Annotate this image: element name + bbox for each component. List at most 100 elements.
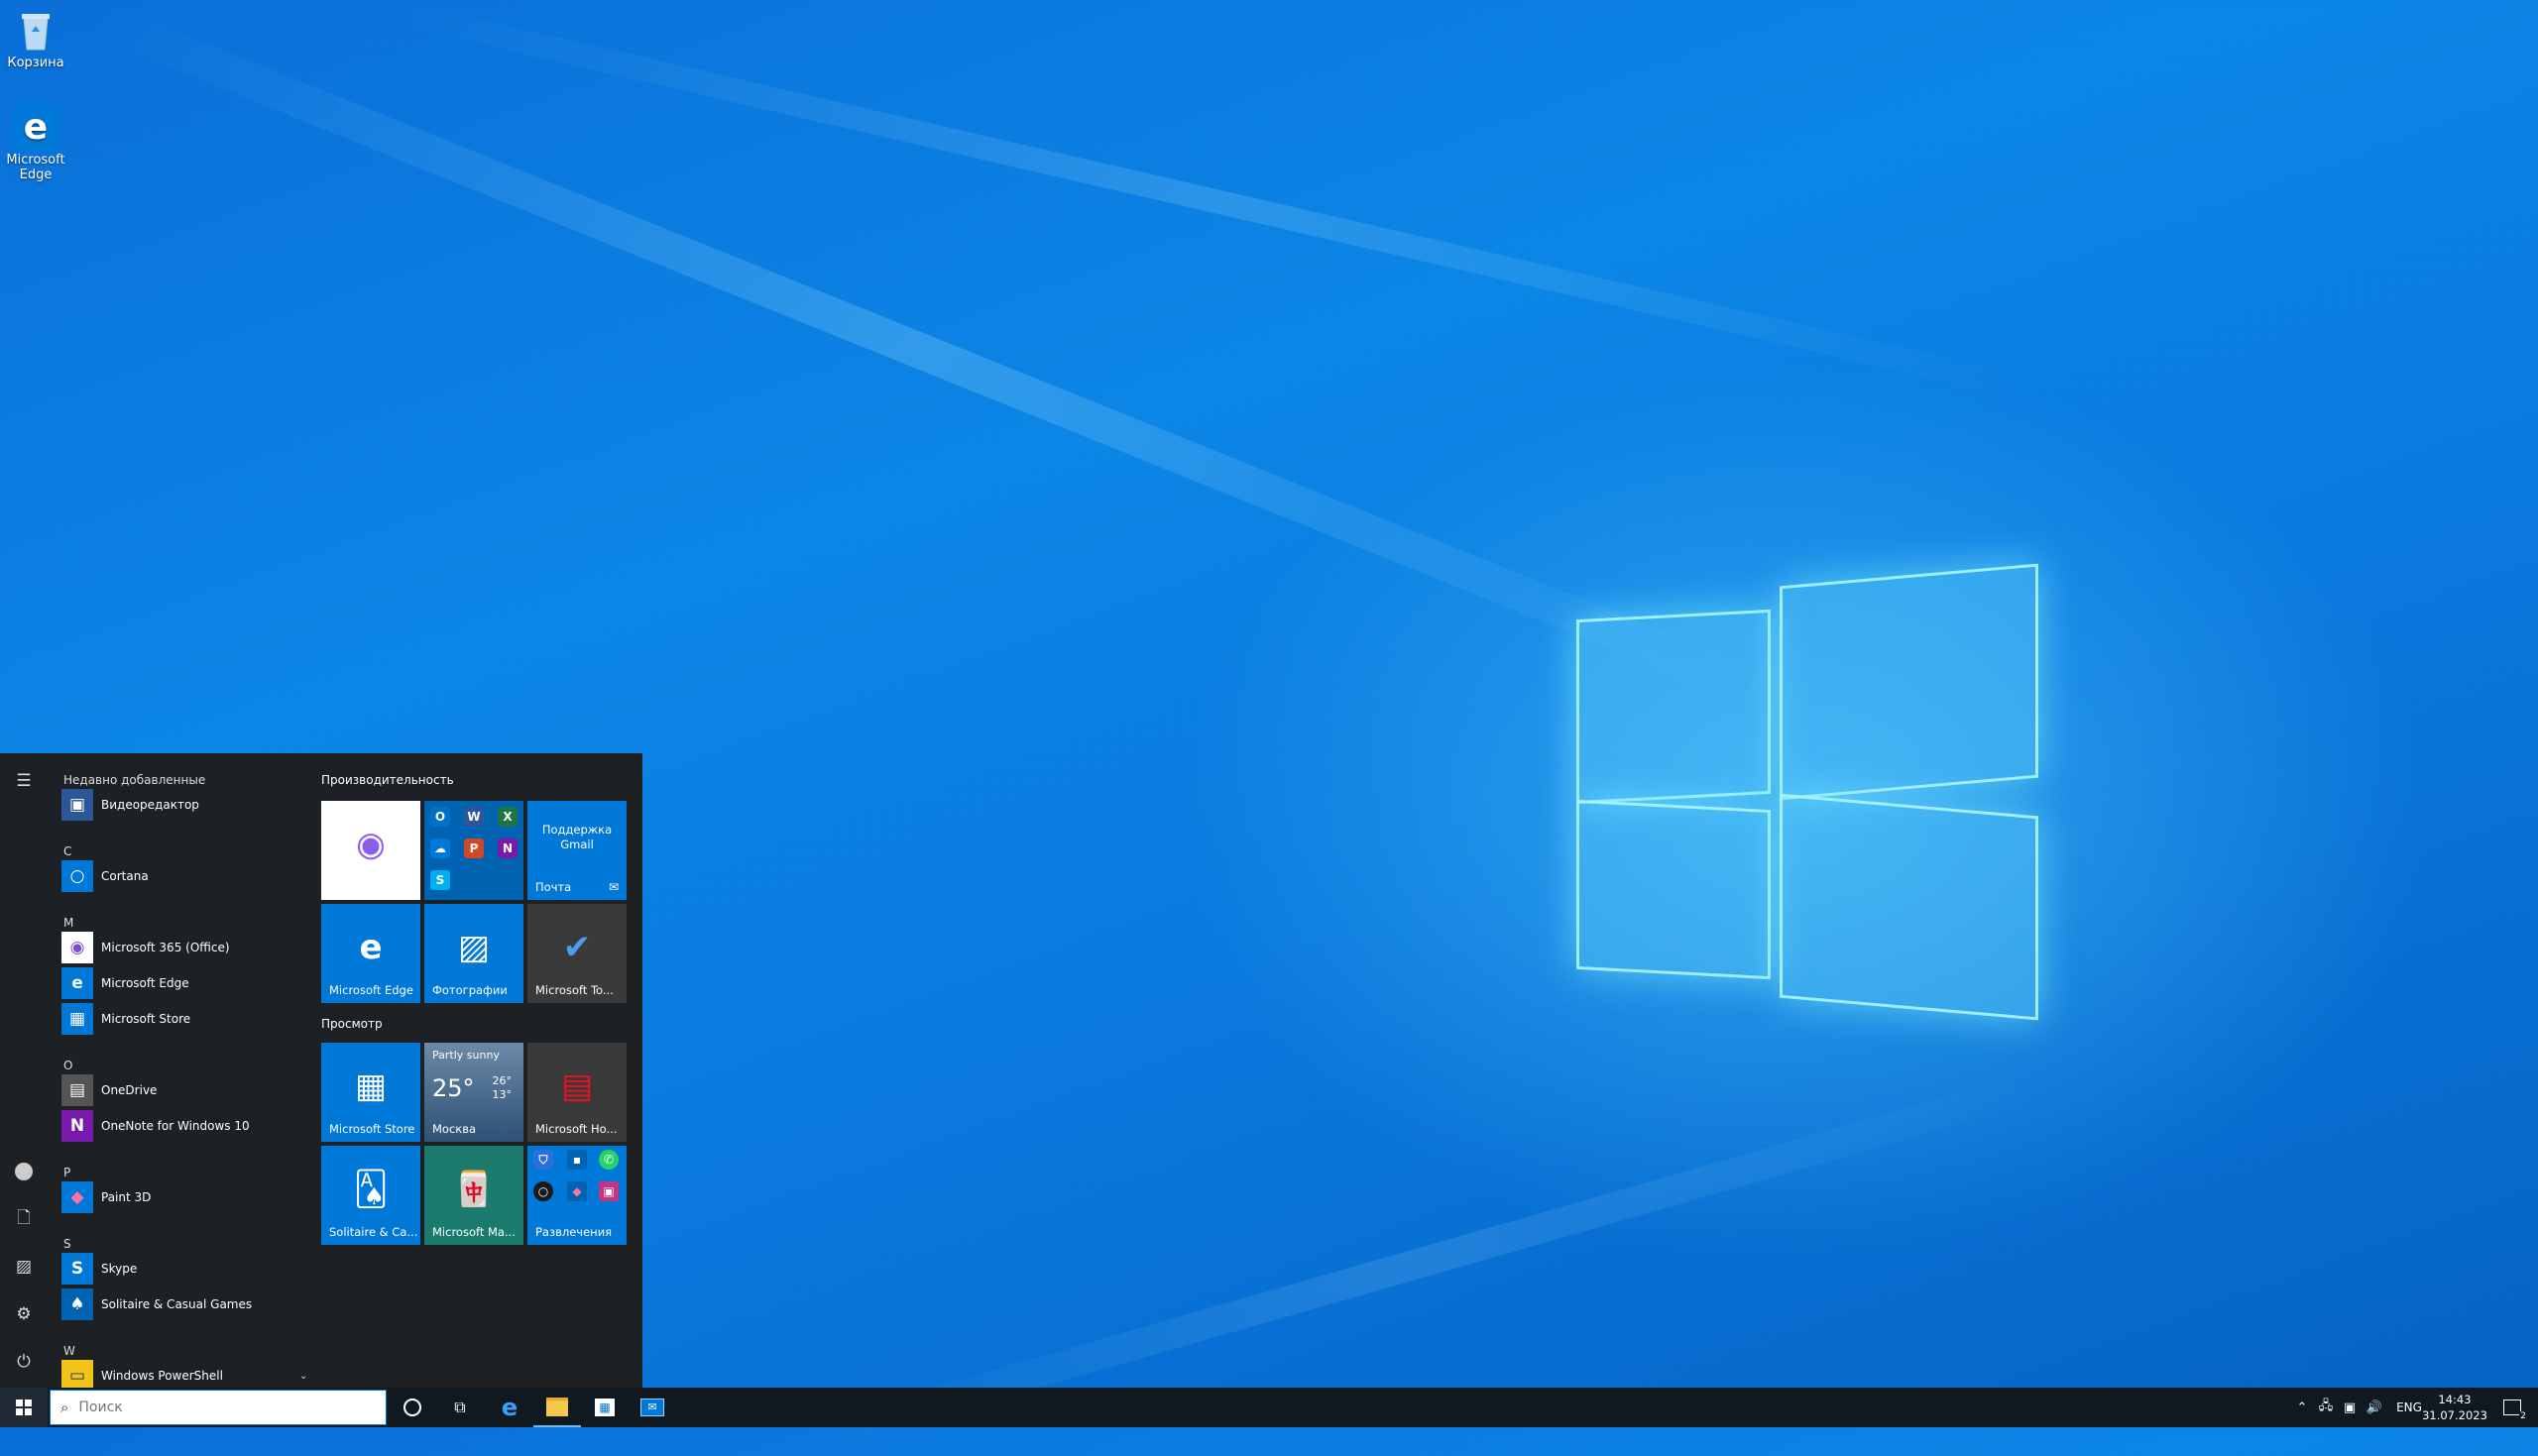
tile-label: Microsoft Store bbox=[329, 1122, 415, 1136]
chevron-down-icon[interactable]: ⌄ bbox=[299, 1371, 307, 1382]
tile-area: Производительность ◉ O W X ☁ P N S Подде… bbox=[307, 753, 634, 1388]
search-input[interactable] bbox=[76, 1399, 359, 1416]
wallpaper-beam bbox=[391, 0, 2039, 402]
group-letter[interactable]: O bbox=[63, 1059, 72, 1072]
group-letter[interactable]: M bbox=[63, 916, 73, 930]
list-item[interactable]: ▦ Microsoft Store bbox=[61, 1003, 190, 1035]
onedrive-icon: ▤ bbox=[61, 1074, 93, 1106]
tile-group-header: Просмотр bbox=[321, 1017, 383, 1031]
tile-mail[interactable]: Поддержка Gmail Почта ✉ bbox=[527, 801, 627, 900]
start-rail: ☰ 🗋 ▨ ⚙ ⏻ bbox=[0, 753, 48, 1388]
list-item[interactable]: e Microsoft Edge bbox=[61, 967, 189, 999]
circle-icon: ○ bbox=[533, 1181, 553, 1201]
tile-office[interactable]: ◉ bbox=[321, 801, 420, 900]
time: 14:43 bbox=[2438, 1393, 2472, 1406]
list-item[interactable]: ○ Cortana bbox=[61, 860, 149, 892]
documents-icon[interactable]: 🗋 bbox=[12, 1207, 36, 1231]
start-button[interactable] bbox=[0, 1388, 48, 1427]
tile-todo[interactable]: ✔ Microsoft To... bbox=[527, 904, 627, 1003]
tile-label: Microsoft Ma... bbox=[432, 1225, 516, 1239]
volume-icon[interactable]: 🔊 bbox=[2362, 1388, 2387, 1427]
mail-tile-subtitle: Поддержка Gmail bbox=[541, 823, 613, 851]
cards-icon: 🂡 bbox=[353, 1170, 389, 1209]
tile-weather[interactable]: Partly sunny 25° 26° 13° Москва bbox=[424, 1043, 523, 1142]
notification-center-button[interactable]: 2 bbox=[2492, 1388, 2532, 1427]
list-item[interactable]: N OneNote for Windows 10 bbox=[61, 1110, 250, 1142]
pictures-icon[interactable]: ▨ bbox=[12, 1255, 36, 1279]
tile-photos[interactable]: ▨ Фотографии bbox=[424, 904, 523, 1003]
start-menu: ☰ 🗋 ▨ ⚙ ⏻ Недавно добавленные ▣ Видеоред… bbox=[0, 753, 642, 1388]
list-item[interactable]: ▣ Видеоредактор bbox=[61, 789, 199, 821]
store-icon: ▦ bbox=[595, 1399, 615, 1416]
onenote-icon: N bbox=[61, 1110, 93, 1142]
tile-edge[interactable]: e Microsoft Edge bbox=[321, 904, 420, 1003]
power-icon[interactable]: ⏻ bbox=[12, 1350, 36, 1374]
skype-icon: S bbox=[61, 1253, 93, 1285]
search-box[interactable]: ⌕ bbox=[50, 1390, 387, 1425]
recycle-bin-icon bbox=[12, 6, 59, 54]
app-label: Microsoft 365 (Office) bbox=[101, 941, 230, 954]
mahjong-icon: 🀄 bbox=[452, 1170, 496, 1209]
solitaire-icon: ♠ bbox=[61, 1288, 93, 1320]
network-icon[interactable]: 🖧 bbox=[2314, 1388, 2338, 1427]
list-item[interactable]: ◆ Paint 3D bbox=[61, 1181, 151, 1213]
app-label: OneNote for Windows 10 bbox=[101, 1119, 250, 1133]
desktop-icon-edge[interactable]: e Microsoft Edge bbox=[0, 103, 71, 182]
tile-news[interactable]: ▤ Microsoft Ho... bbox=[527, 1043, 627, 1142]
app-label: Skype bbox=[101, 1262, 138, 1276]
taskbar-store[interactable]: ▦ bbox=[581, 1388, 629, 1427]
group-letter[interactable]: C bbox=[63, 844, 71, 858]
list-item[interactable]: ♠ Solitaire & Casual Games bbox=[61, 1288, 252, 1320]
tile-office-folder[interactable]: O W X ☁ P N S bbox=[424, 801, 523, 900]
tile-label: Microsoft To... bbox=[535, 983, 614, 997]
show-hidden-icons[interactable]: ⌃ bbox=[2290, 1388, 2314, 1427]
list-item[interactable]: S Skype bbox=[61, 1253, 137, 1285]
weather-temp: 25° bbox=[432, 1074, 475, 1102]
desktop-icon-recycle-bin[interactable]: Корзина bbox=[0, 6, 71, 70]
task-view-icon: ⧉ bbox=[454, 1398, 466, 1416]
paint3d-icon: ◆ bbox=[61, 1181, 93, 1213]
whatsapp-icon: ✆ bbox=[599, 1150, 619, 1170]
list-item[interactable]: ▭ Windows PowerShell ⌄ bbox=[61, 1360, 307, 1388]
list-item[interactable]: ◉ Microsoft 365 (Office) bbox=[61, 932, 230, 963]
cortana-icon bbox=[404, 1399, 421, 1416]
camera-icon: ▣ bbox=[599, 1181, 619, 1201]
group-letter[interactable]: P bbox=[63, 1166, 70, 1179]
tile-mahjong[interactable]: 🀄 Microsoft Ma... bbox=[424, 1146, 523, 1245]
tile-label: Почта bbox=[535, 880, 572, 894]
powershell-icon: ▭ bbox=[61, 1360, 93, 1388]
tile-group-header: Производительность bbox=[321, 773, 454, 787]
chevron-up-icon: ⌃ bbox=[2296, 1400, 2308, 1415]
clock[interactable]: 14:43 31.07.2023 bbox=[2415, 1388, 2494, 1427]
settings-icon[interactable]: ⚙ bbox=[12, 1302, 36, 1326]
app-label: Microsoft Store bbox=[101, 1012, 191, 1026]
tile-store[interactable]: ▦ Microsoft Store bbox=[321, 1043, 420, 1142]
windows-logo-icon bbox=[16, 1400, 32, 1415]
security-icon[interactable]: ▣ bbox=[2338, 1388, 2362, 1427]
taskbar-file-explorer[interactable] bbox=[533, 1388, 581, 1427]
paint-icon: ◆ bbox=[567, 1181, 587, 1201]
tile-solitaire[interactable]: 🂡 Solitaire & Ca... bbox=[321, 1146, 420, 1245]
app-label: OneDrive bbox=[101, 1083, 158, 1097]
powerpoint-icon: P bbox=[464, 839, 484, 858]
taskbar: ⌕ ⧉ e ▦ ✉ ⌃ 🖧 ▣ 🔊 ENG 14:43 31.07.2023 2 bbox=[0, 1388, 2538, 1427]
user-icon[interactable] bbox=[12, 1160, 36, 1183]
news-icon: ▤ bbox=[560, 1066, 594, 1106]
store-icon: ▦ bbox=[354, 1066, 388, 1106]
cortana-button[interactable] bbox=[389, 1388, 436, 1427]
app-label: Solitaire & Casual Games bbox=[101, 1297, 253, 1311]
taskbar-mail[interactable]: ✉ bbox=[629, 1388, 676, 1427]
task-view-button[interactable]: ⧉ bbox=[436, 1388, 484, 1427]
taskbar-edge[interactable]: e bbox=[486, 1388, 533, 1427]
hamburger-icon[interactable]: ☰ bbox=[12, 769, 36, 793]
chat-icon: ▪ bbox=[567, 1150, 587, 1170]
tile-entertainment-folder[interactable]: ⛉ ▪ ✆ ○ ◆ ▣ Развлечения bbox=[527, 1146, 627, 1245]
wallpaper-beam bbox=[85, 0, 1754, 702]
group-letter[interactable]: S bbox=[63, 1237, 71, 1251]
group-letter[interactable]: W bbox=[63, 1344, 75, 1358]
list-item[interactable]: ▤ OneDrive bbox=[61, 1074, 157, 1106]
checkmark-icon: ✔ bbox=[562, 928, 592, 967]
file-explorer-icon bbox=[546, 1397, 568, 1416]
search-icon: ⌕ bbox=[60, 1399, 69, 1416]
edge-icon: e bbox=[61, 967, 93, 999]
